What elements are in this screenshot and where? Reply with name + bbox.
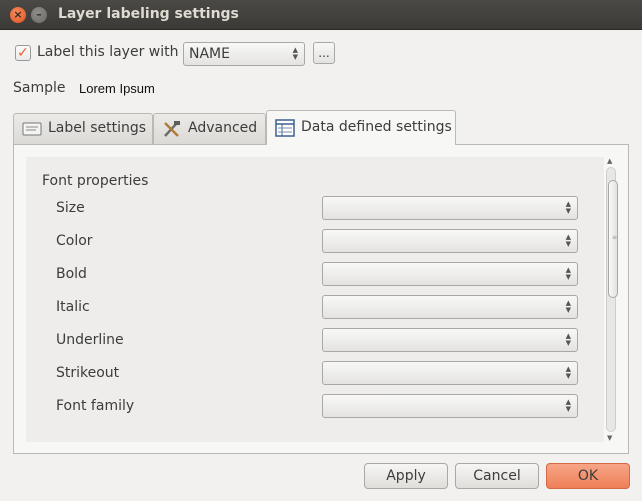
strikeout-field-select[interactable]: ▲ ▼ bbox=[322, 361, 578, 385]
scroll-down-icon[interactable]: ▼ bbox=[607, 434, 612, 442]
window-title: Layer labeling settings bbox=[58, 6, 239, 22]
bold-field-select[interactable]: ▲ ▼ bbox=[322, 262, 578, 286]
minimize-icon[interactable]: – bbox=[31, 7, 47, 23]
chevron-updown-icon: ▲ ▼ bbox=[565, 398, 571, 413]
apply-button[interactable]: Apply bbox=[364, 463, 448, 489]
underline-field-select[interactable]: ▲ ▼ bbox=[322, 328, 578, 352]
chevron-updown-icon: ▲ ▼ bbox=[292, 46, 298, 61]
tab-label: Data defined settings bbox=[301, 119, 452, 135]
title-bar: × – Layer labeling settings bbox=[0, 0, 642, 30]
size-field-select[interactable]: ▲ ▼ bbox=[322, 196, 578, 220]
close-icon[interactable]: × bbox=[10, 7, 26, 23]
property-label-bold: Bold bbox=[56, 266, 87, 282]
property-label-font-family: Font family bbox=[56, 398, 135, 414]
tools-icon bbox=[164, 121, 180, 137]
section-title: Font properties bbox=[42, 173, 149, 189]
tab-label: Label settings bbox=[48, 120, 147, 136]
sample-preview: Lorem Ipsum bbox=[79, 81, 155, 96]
tab-label: Advanced bbox=[188, 120, 258, 136]
property-label-strikeout: Strikeout bbox=[56, 365, 120, 381]
ok-button[interactable]: OK bbox=[546, 463, 630, 489]
label-field-value: NAME bbox=[189, 46, 230, 62]
sample-label: Sample bbox=[13, 80, 66, 96]
property-label-underline: Underline bbox=[56, 332, 124, 348]
chevron-updown-icon: ▲ ▼ bbox=[565, 200, 571, 215]
font-family-field-select[interactable]: ▲ ▼ bbox=[322, 394, 578, 418]
label-field-select[interactable]: NAME ▲ ▼ bbox=[183, 42, 305, 66]
label-layer-label: Label this layer with bbox=[37, 44, 179, 60]
grip-icon: ≡ bbox=[612, 234, 618, 241]
italic-field-select[interactable]: ▲ ▼ bbox=[322, 295, 578, 319]
data-defined-panel: Font properties Size ▲ ▼ Color ▲ ▼ Bold ▲ ▼… bbox=[13, 144, 629, 454]
tab-advanced[interactable]: Advanced bbox=[153, 113, 266, 144]
table-icon bbox=[275, 119, 295, 137]
chevron-updown-icon: ▲ ▼ bbox=[565, 266, 571, 281]
scrollbar-track[interactable]: ≡ bbox=[606, 167, 618, 432]
chevron-updown-icon: ▲ ▼ bbox=[565, 233, 571, 248]
tab-label-settings[interactable]: Label settings bbox=[13, 113, 153, 144]
font-properties-group: Font properties Size ▲ ▼ Color ▲ ▼ Bold ▲ ▼… bbox=[26, 157, 604, 442]
cancel-button[interactable]: Cancel bbox=[455, 463, 539, 489]
property-label-color: Color bbox=[56, 233, 93, 249]
property-label-italic: Italic bbox=[56, 299, 90, 315]
expression-button[interactable]: ... bbox=[313, 42, 335, 64]
property-label-size: Size bbox=[56, 200, 85, 216]
chevron-updown-icon: ▲ ▼ bbox=[565, 332, 571, 347]
tab-data-defined-settings[interactable]: Data defined settings bbox=[266, 110, 456, 145]
chevron-updown-icon: ▲ ▼ bbox=[565, 365, 571, 380]
scrollbar-thumb[interactable]: ≡ bbox=[608, 180, 618, 298]
color-field-select[interactable]: ▲ ▼ bbox=[322, 229, 578, 253]
vertical-scrollbar[interactable]: ▲ ≡ ▼ bbox=[605, 157, 618, 442]
label-layer-checkbox[interactable]: ✓ bbox=[15, 45, 31, 61]
scroll-up-icon[interactable]: ▲ bbox=[607, 157, 612, 165]
label-settings-icon bbox=[22, 122, 42, 136]
chevron-updown-icon: ▲ ▼ bbox=[565, 299, 571, 314]
